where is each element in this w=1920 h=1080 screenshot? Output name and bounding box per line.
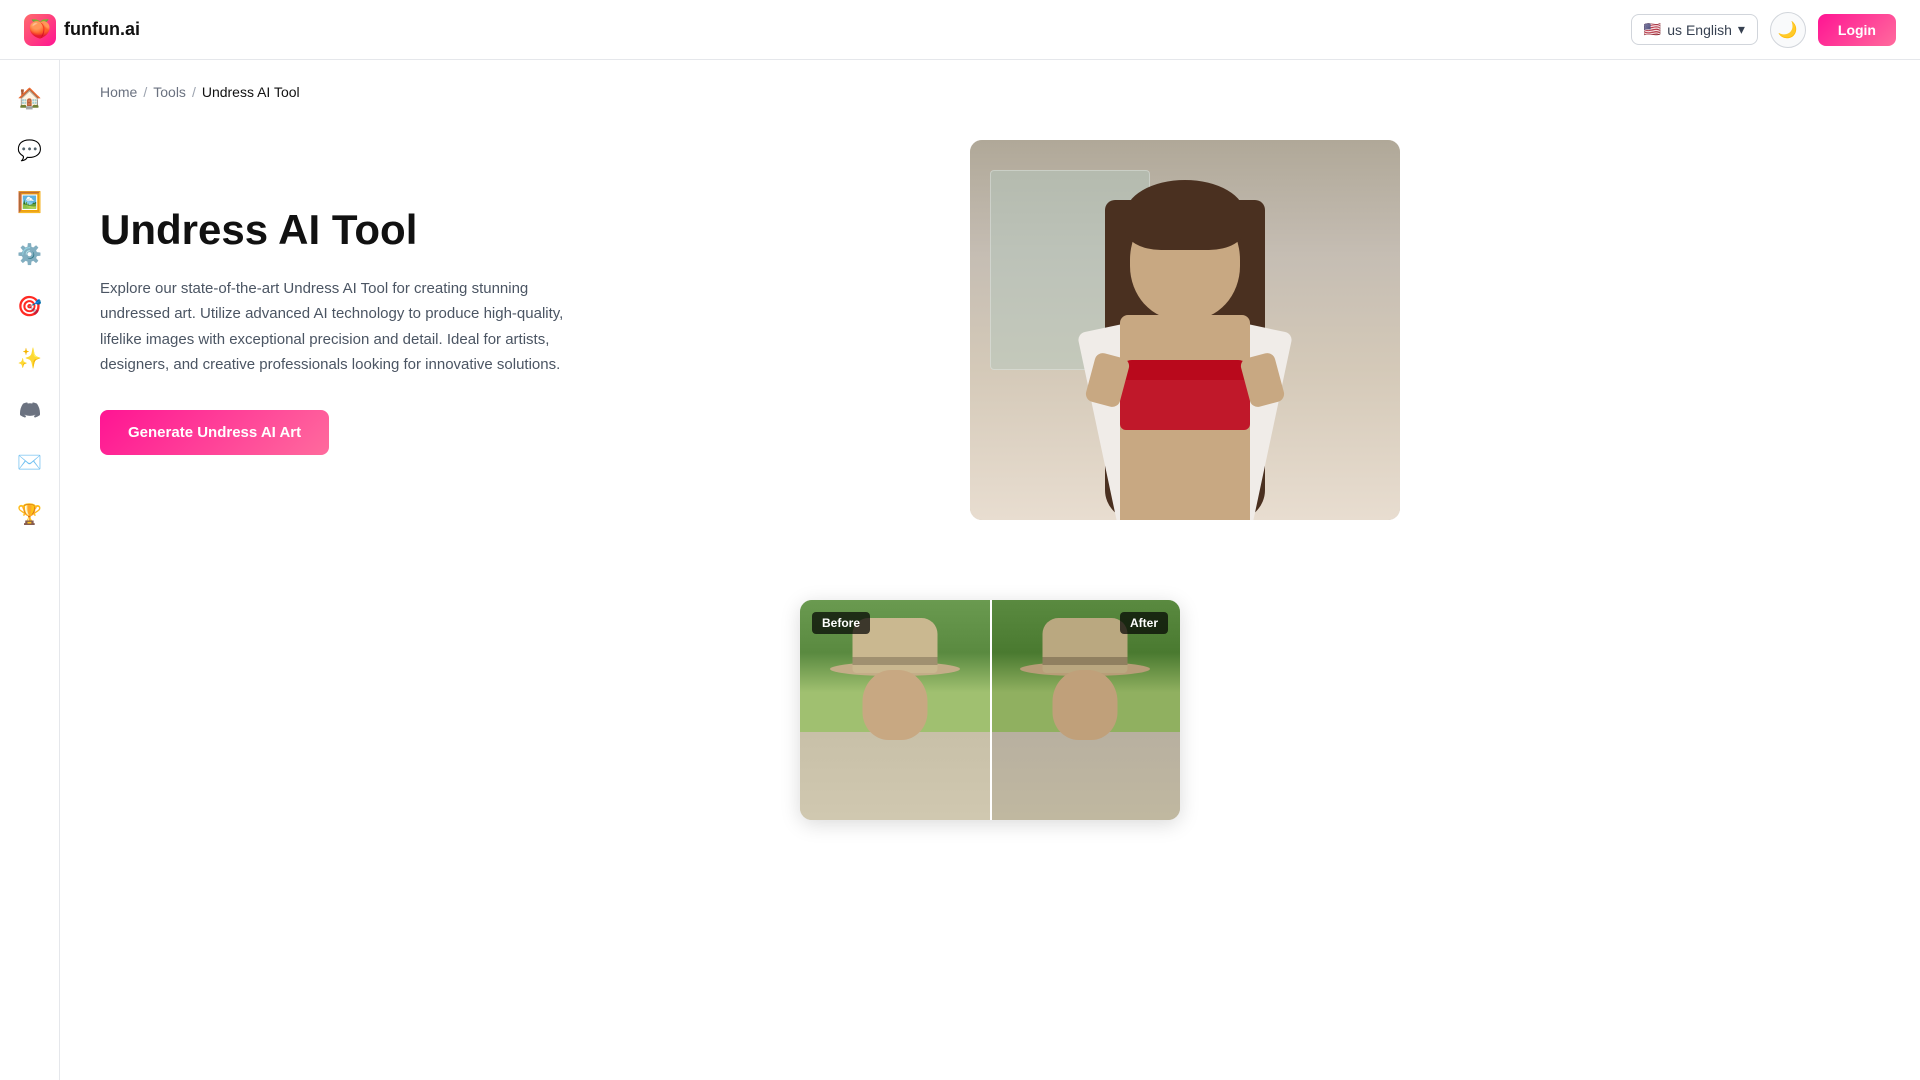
- main-layout: 🏠 💬 🖼️ ⚙️ 🎯 ✨ ✉️ 🏆 Home / Tools / Undres…: [0, 60, 1920, 1080]
- hero-title: Undress AI Tool: [100, 205, 600, 255]
- main-content: Home / Tools / Undress AI Tool Undress A…: [60, 60, 1920, 1080]
- hero-image: [970, 140, 1400, 520]
- breadcrumb-home[interactable]: Home: [100, 84, 137, 100]
- comparison-section: Before After: [100, 600, 1880, 820]
- sidebar-item-home[interactable]: 🏠: [8, 76, 52, 120]
- generate-button[interactable]: Generate Undress AI Art: [100, 410, 329, 455]
- breadcrumb: Home / Tools / Undress AI Tool: [100, 84, 1880, 100]
- logo-text: funfun.ai: [64, 19, 140, 40]
- hero-image-background: [970, 140, 1400, 520]
- sidebar-item-activity[interactable]: 🎯: [8, 284, 52, 328]
- chevron-down-icon: ▾: [1738, 21, 1745, 38]
- sidebar-item-chat[interactable]: 💬: [8, 128, 52, 172]
- sidebar-item-discord[interactable]: [8, 388, 52, 432]
- sidebar-item-magic[interactable]: ✨: [8, 336, 52, 380]
- breadcrumb-tools[interactable]: Tools: [153, 84, 186, 100]
- sidebar-item-image[interactable]: 🖼️: [8, 180, 52, 224]
- sidebar-item-email[interactable]: ✉️: [8, 440, 52, 484]
- sidebar: 🏠 💬 🖼️ ⚙️ 🎯 ✨ ✉️ 🏆: [0, 60, 60, 1080]
- navbar-right: 🇺🇸 us English ▾ 🌙 Login: [1631, 12, 1896, 48]
- sidebar-item-settings[interactable]: ⚙️: [8, 232, 52, 276]
- navbar: 🍑 funfun.ai 🇺🇸 us English ▾ 🌙 Login: [0, 0, 1920, 60]
- logo[interactable]: 🍑 funfun.ai: [24, 14, 140, 46]
- theme-toggle-button[interactable]: 🌙: [1770, 12, 1806, 48]
- hero-text: Undress AI Tool Explore our state-of-the…: [100, 205, 600, 454]
- comparison-divider: [990, 600, 992, 820]
- breadcrumb-sep2: /: [192, 84, 196, 100]
- hero-description: Explore our state-of-the-art Undress AI …: [100, 276, 600, 378]
- badge-after: After: [1120, 612, 1168, 634]
- login-button[interactable]: Login: [1818, 14, 1896, 46]
- lang-flag: 🇺🇸: [1644, 21, 1661, 38]
- language-selector[interactable]: 🇺🇸 us English ▾: [1631, 14, 1758, 45]
- lang-label: us English: [1667, 22, 1732, 38]
- comparison-container: Before After: [800, 600, 1180, 820]
- badge-before: Before: [812, 612, 870, 634]
- hero-section: Undress AI Tool Explore our state-of-the…: [100, 140, 1400, 520]
- breadcrumb-sep1: /: [143, 84, 147, 100]
- sidebar-item-trophy[interactable]: 🏆: [8, 492, 52, 536]
- logo-icon: 🍑: [24, 14, 56, 46]
- breadcrumb-current: Undress AI Tool: [202, 84, 300, 100]
